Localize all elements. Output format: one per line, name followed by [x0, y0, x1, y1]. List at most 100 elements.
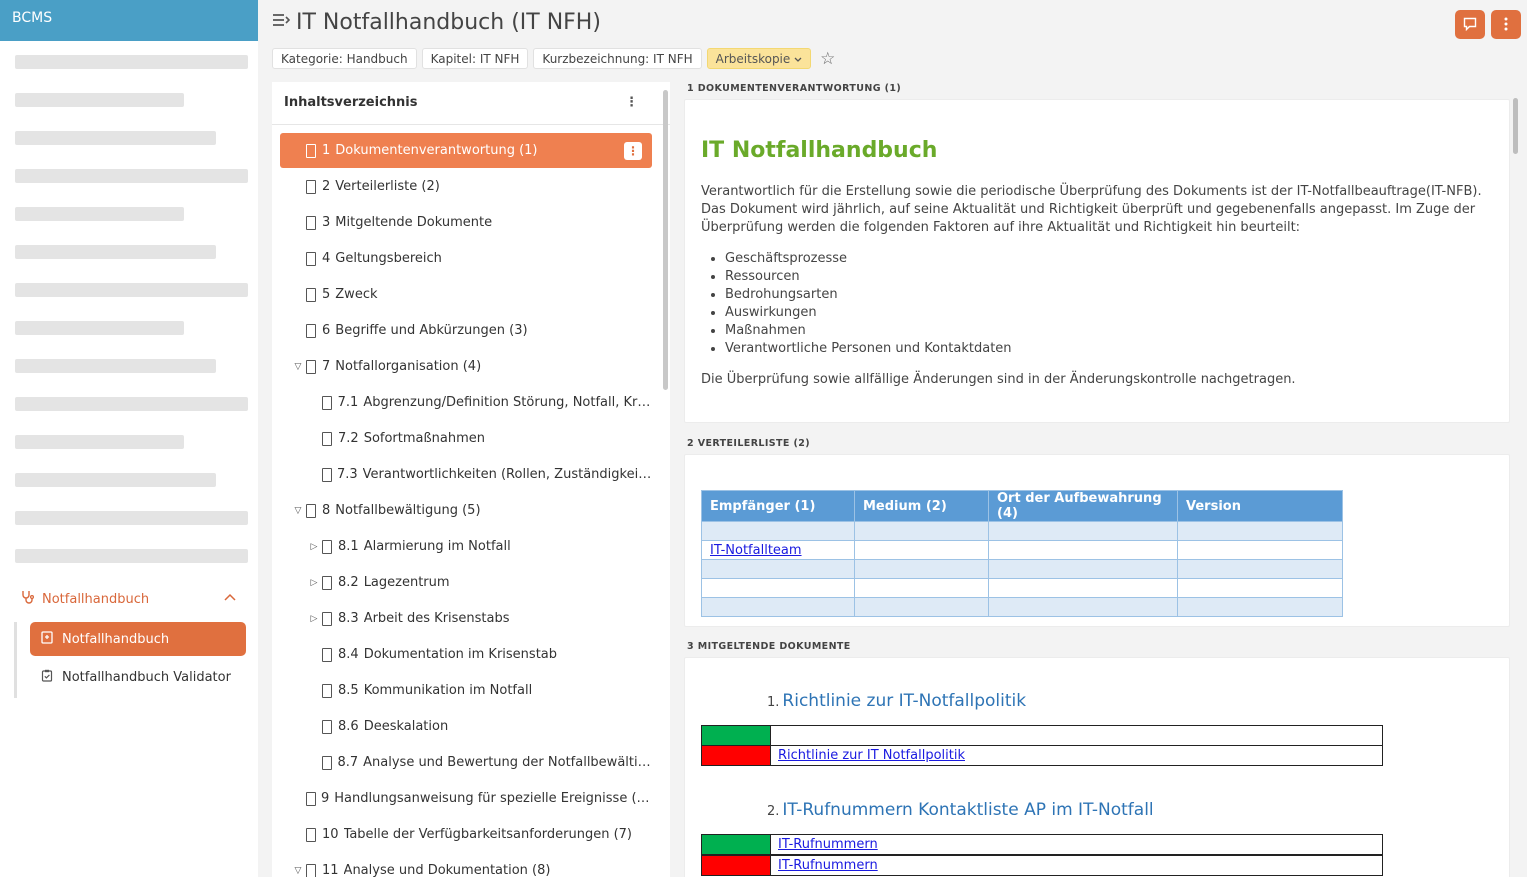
toc-item[interactable]: 9 Handlungsanweisung für spezielle Ereign…: [280, 781, 652, 816]
table-cell: [701, 521, 855, 541]
document-icon: [304, 360, 318, 374]
collapse-toggle-icon[interactable]: ▷: [308, 614, 320, 624]
toc-item-number: 11: [322, 863, 339, 877]
skeleton-bar: [15, 321, 184, 335]
toc-item[interactable]: 6 Begriffe und Abkürzungen (3): [280, 313, 652, 348]
section-label: 1 DOKUMENTENVERANTWORTUNG (1): [687, 83, 902, 94]
toc-item-label: Kommunikation im Notfall: [363, 683, 533, 698]
toc-item-label: Dokumentenverantwortung (1): [335, 143, 538, 158]
doc-link[interactable]: IT-Rufnummern: [778, 858, 878, 873]
skeleton-bar: [15, 473, 216, 487]
toc-item[interactable]: 2 Verteilerliste (2): [280, 169, 652, 204]
page-header: IT Notfallhandbuch (IT NFH): [272, 10, 601, 35]
toc-item[interactable]: 1 Dokumentenverantwortung (1) ⋮: [280, 133, 652, 168]
item-menu-icon[interactable]: ⋮: [624, 142, 642, 160]
toc-item[interactable]: 4 Geltungsbereich: [280, 241, 652, 276]
toc-item-number: 8.6: [338, 719, 359, 734]
toc-item-number: 8.2: [338, 575, 359, 590]
document-icon: [304, 504, 318, 518]
meta-tags: Kategorie: Handbuch Kapitel: IT NFH Kurz…: [272, 48, 835, 69]
related-doc-row: IT-Rufnummern: [701, 855, 1383, 876]
toc-item-label: Geltungsbereich: [335, 251, 442, 266]
table-cell: [988, 578, 1178, 598]
nav-list: Notfallhandbuch Notfallhandbuch Validato…: [14, 622, 250, 698]
skeleton-bar: [15, 511, 248, 525]
toc-item-label: Tabelle der Verfügbarkeitsanforderungen …: [343, 827, 632, 842]
toc-item-label: Analyse und Bewertung der Notfallbewälti…: [363, 755, 652, 770]
expand-toggle-icon[interactable]: ▽: [292, 362, 304, 372]
toc-item-label: Lagezentrum: [363, 575, 450, 590]
table-cell: [1177, 597, 1343, 617]
table-row: [701, 559, 1343, 579]
toc-item[interactable]: 8.6 Deeskalation: [280, 709, 652, 744]
chevron-down-icon: [794, 57, 802, 62]
toc-item[interactable]: 5 Zweck: [280, 277, 652, 312]
sidebar-item-notfallhandbuch[interactable]: Notfallhandbuch: [30, 622, 246, 656]
skeleton-bar: [15, 55, 248, 69]
collapse-toggle-icon[interactable]: ▷: [308, 542, 320, 552]
comment-icon: [1463, 17, 1477, 32]
toc-title: Inhaltsverzeichnis: [284, 95, 418, 110]
toc-item[interactable]: 7.3 Verantwortlichkeiten (Rollen, Zuständ…: [280, 457, 652, 492]
section-label: 2 VERTEILERLISTE (2): [687, 438, 811, 449]
toc-item[interactable]: 8.7 Analyse und Bewertung der Notfallbewä…: [280, 745, 652, 780]
clipboard-check-icon: [40, 669, 54, 685]
table-row: [701, 597, 1343, 617]
kebab-icon: [1504, 17, 1508, 31]
toc-scrollbar[interactable]: [663, 90, 668, 390]
toc-item-number: 3: [322, 215, 331, 230]
collapse-toggle-icon[interactable]: ▷: [308, 578, 320, 588]
table-cell: [988, 597, 1178, 617]
toc-item[interactable]: ▽ 11 Analyse und Dokumentation (8): [280, 853, 652, 877]
skeleton-bar: [15, 93, 184, 107]
row-text: IT-Rufnummern: [771, 835, 878, 854]
toc-item-label: Verteilerliste (2): [335, 179, 440, 194]
toc-item[interactable]: ▷ 8.3 Arbeit des Krisenstabs: [280, 601, 652, 636]
app-brand[interactable]: BCMS: [0, 0, 258, 41]
toc-item-label: Begriffe und Abkürzungen (3): [335, 323, 528, 338]
table-cell: [1177, 521, 1343, 541]
document-icon: [304, 216, 318, 230]
expand-toggle-icon[interactable]: ▽: [292, 866, 304, 876]
nav-group-toggle[interactable]: Notfallhandbuch: [0, 586, 258, 612]
toc-item-number: 10: [322, 827, 339, 842]
toc-item[interactable]: ▷ 8.1 Alarmierung im Notfall: [280, 529, 652, 564]
doc-link[interactable]: Richtlinie zur IT Notfallpolitik: [778, 748, 965, 763]
section-card-2: Empfänger (1) Medium (2) Ort der Aufbewa…: [684, 454, 1510, 627]
related-doc-title: Richtlinie zur IT-Notfallpolitik: [782, 691, 1027, 711]
expand-toggle-icon[interactable]: ▽: [292, 506, 304, 516]
toc-item[interactable]: ▷ 8.2 Lagezentrum: [280, 565, 652, 600]
document-icon: [320, 720, 334, 734]
document-icon: [320, 396, 334, 410]
star-icon[interactable]: ☆: [820, 49, 835, 69]
status-dropdown[interactable]: Arbeitskopie: [706, 48, 812, 69]
comment-button[interactable]: [1455, 10, 1485, 39]
toc-item[interactable]: 10 Tabelle der Verfügbarkeitsanforderunge…: [280, 817, 652, 852]
document-icon: [320, 432, 334, 446]
toc-panel: Inhaltsverzeichnis ⋮ 1 Dokumentenverantwo…: [272, 82, 670, 877]
toc-item[interactable]: ▽ 7 Notfallorganisation (4): [280, 349, 652, 384]
document-icon: [304, 144, 318, 158]
toc-item[interactable]: 3 Mitgeltende Dokumente: [280, 205, 652, 240]
toc-item[interactable]: 8.5 Kommunikation im Notfall: [280, 673, 652, 708]
recipient-link[interactable]: IT-Notfallteam: [710, 543, 802, 558]
table-row: [701, 578, 1343, 598]
more-actions-button[interactable]: [1491, 10, 1521, 39]
toc-menu-icon[interactable]: ⋮: [625, 82, 638, 124]
toc-item-label: Zweck: [335, 287, 378, 302]
distribution-table: Empfänger (1) Medium (2) Ort der Aufbewa…: [701, 490, 1343, 617]
skeleton-bar: [15, 359, 216, 373]
document-icon: [304, 792, 317, 806]
toc-item[interactable]: 7.2 Sofortmaßnahmen: [280, 421, 652, 456]
chevron-up-icon[interactable]: [224, 590, 236, 604]
toc-item[interactable]: 8.4 Dokumentation im Krisenstab: [280, 637, 652, 672]
toc-item[interactable]: ▽ 8 Notfallbewältigung (5): [280, 493, 652, 528]
toc-item[interactable]: 7.1 Abgrenzung/Definition Störung, Notfal…: [280, 385, 652, 420]
toc-item-number: 8.5: [338, 683, 359, 698]
sidebar-item-validator[interactable]: Notfallhandbuch Validator: [30, 660, 250, 694]
stethoscope-icon: [20, 590, 36, 608]
toc-item-number: 7.1: [337, 395, 359, 410]
content-scrollbar[interactable]: [1513, 98, 1518, 154]
menu-toggle-icon[interactable]: [272, 12, 291, 33]
doc-link[interactable]: IT-Rufnummern: [778, 837, 878, 852]
